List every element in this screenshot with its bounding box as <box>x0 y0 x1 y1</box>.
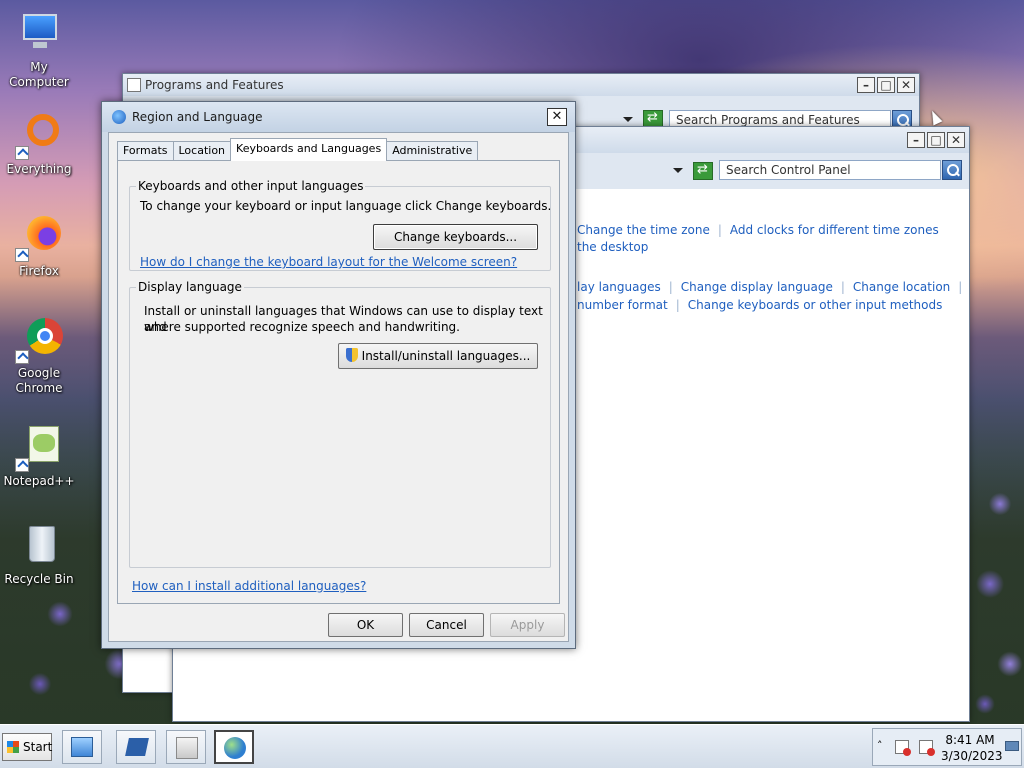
address-dropdown-arrow-icon[interactable] <box>623 117 633 122</box>
region-and-language-dialog: Region and Language ✕ Formats Location K… <box>101 101 576 649</box>
tab-formats[interactable]: Formats <box>117 141 174 161</box>
tab-page-keyboards-and-languages: Keyboards and other input languages To c… <box>117 160 560 604</box>
dialog-titlebar: Region and Language ✕ <box>102 102 575 132</box>
taskbar-item-server-manager[interactable] <box>62 730 102 764</box>
maximize-button[interactable]: □ <box>877 77 895 93</box>
install-additional-languages-link[interactable]: How can I install additional languages? <box>132 579 366 593</box>
server-manager-icon <box>71 737 93 757</box>
shortcut-arrow-icon <box>15 350 29 364</box>
region-links-row-2: number format | Change keyboards or other … <box>577 298 943 312</box>
powershell-icon <box>125 738 149 756</box>
start-button[interactable]: Start <box>2 733 52 761</box>
minimize-button[interactable]: – <box>907 132 925 148</box>
chrome-icon <box>15 316 63 364</box>
shortcut-arrow-icon <box>15 248 29 262</box>
clock-time: 8:41 AM <box>945 733 995 747</box>
maximize-button[interactable]: □ <box>927 132 945 148</box>
desktop-icon-everything[interactable]: Everything <box>0 112 78 177</box>
dialog-tabs: Formats Location Keyboards and Languages… <box>117 138 479 161</box>
display-language-legend: Display language <box>138 280 242 294</box>
desktop-icon-notepadpp[interactable]: Notepad++ <box>0 424 78 489</box>
shortcut-arrow-icon <box>15 146 29 160</box>
refresh-icon[interactable] <box>693 162 713 180</box>
taskbar-item-powershell[interactable] <box>116 730 156 764</box>
desktop-icon-firefox[interactable]: Firefox <box>0 214 78 279</box>
apply-button[interactable]: Apply <box>490 613 565 637</box>
tab-keyboards-and-languages[interactable]: Keyboards and Languages <box>230 138 388 161</box>
computer-icon <box>15 10 63 58</box>
close-button[interactable]: ✕ <box>947 132 965 148</box>
dialog-close-button[interactable]: ✕ <box>547 108 567 126</box>
link-number-format[interactable]: number format <box>577 298 668 312</box>
tab-location[interactable]: Location <box>172 141 232 161</box>
globe-icon <box>112 110 126 124</box>
firefox-icon <box>15 214 63 262</box>
notepadpp-icon <box>15 424 63 472</box>
change-keyboards-button[interactable]: Change keyboards... <box>373 224 538 250</box>
welcome-keyboard-help-link[interactable]: How do I change the keyboard layout for … <box>140 254 517 270</box>
dialog-body: Formats Location Keyboards and Languages… <box>108 132 569 642</box>
taskbar: Start ˄ 8:41 AM 3/30/2023 <box>0 724 1024 768</box>
desktop-icon-label: My Computer <box>9 60 69 89</box>
display-language-description-line2: where supported recognize speech and han… <box>144 320 460 334</box>
shortcut-arrow-icon <box>15 458 29 472</box>
show-desktop-icon[interactable] <box>1005 741 1019 751</box>
globe-clock-icon <box>224 737 246 759</box>
taskbar-item-explorer[interactable] <box>166 730 206 764</box>
taskbar-clock[interactable]: 8:41 AM 3/30/2023 <box>941 732 1003 764</box>
programs-icon <box>127 78 141 92</box>
link-change-display-language[interactable]: Change display language <box>681 280 833 294</box>
desktop-icon-label: Recycle Bin <box>4 572 74 586</box>
uac-shield-icon <box>345 348 358 362</box>
desktop-icon-label: Google Chrome <box>15 366 63 395</box>
cancel-button[interactable]: Cancel <box>409 613 484 637</box>
install-uninstall-languages-button[interactable]: Install/uninstall languages... <box>338 343 538 369</box>
recycle-bin-icon <box>15 522 63 570</box>
keyboards-group-legend: Keyboards and other input languages <box>138 179 364 193</box>
close-button[interactable]: ✕ <box>897 77 915 93</box>
everything-search-icon <box>15 112 63 160</box>
desktop-icon-google-chrome[interactable]: Google Chrome <box>0 316 78 396</box>
keyboards-description: To change your keyboard or input languag… <box>140 199 552 213</box>
desktop-icon-label: Firefox <box>19 264 59 278</box>
desktop-icon-recycle-bin[interactable]: Recycle Bin <box>0 522 78 587</box>
explorer-icon <box>176 737 198 759</box>
taskbar-item-region-and-language[interactable] <box>214 730 254 764</box>
show-hidden-icons-chevron-icon[interactable]: ˄ <box>877 739 883 752</box>
search-icon[interactable] <box>942 160 962 180</box>
install-uninstall-languages-label: Install/uninstall languages... <box>361 349 531 363</box>
system-tray: ˄ 8:41 AM 3/30/2023 <box>872 728 1022 766</box>
windows-logo-icon <box>7 741 19 753</box>
minimize-button[interactable]: – <box>857 77 875 93</box>
control-panel-search-input[interactable]: Search Control Panel <box>719 160 941 180</box>
address-dropdown-arrow-icon[interactable] <box>673 168 683 173</box>
mouse-cursor-icon <box>927 108 943 126</box>
ok-button[interactable]: OK <box>328 613 403 637</box>
desktop-icon-label: Notepad++ <box>3 474 75 488</box>
desktop-icon-my-computer[interactable]: My Computer <box>0 10 78 90</box>
link-desktop-gadget[interactable]: the desktop <box>577 240 648 254</box>
start-label: Start <box>23 740 53 754</box>
link-add-clocks[interactable]: Add clocks for different time zones <box>730 223 939 237</box>
region-links-row: lay languages | Change display language | Ch… <box>577 280 963 294</box>
clock-links-row: Change the time zone | Add clocks for diff… <box>577 223 939 237</box>
action-center-icon[interactable] <box>895 740 911 756</box>
window-titlebar: Programs and Features – □ ✕ <box>123 74 919 96</box>
tab-administrative[interactable]: Administrative <box>386 141 479 161</box>
link-change-keyboards[interactable]: Change keyboards or other input methods <box>688 298 943 312</box>
link-display-languages[interactable]: lay languages <box>577 280 661 294</box>
link-change-time-zone[interactable]: Change the time zone <box>577 223 710 237</box>
desktop-icon-label: Everything <box>6 162 72 176</box>
dialog-title: Region and Language <box>132 110 263 124</box>
link-change-location[interactable]: Change location <box>853 280 950 294</box>
volume-muted-icon[interactable] <box>919 740 935 756</box>
window-title: Programs and Features <box>145 78 284 92</box>
clock-date: 3/30/2023 <box>941 749 1003 763</box>
